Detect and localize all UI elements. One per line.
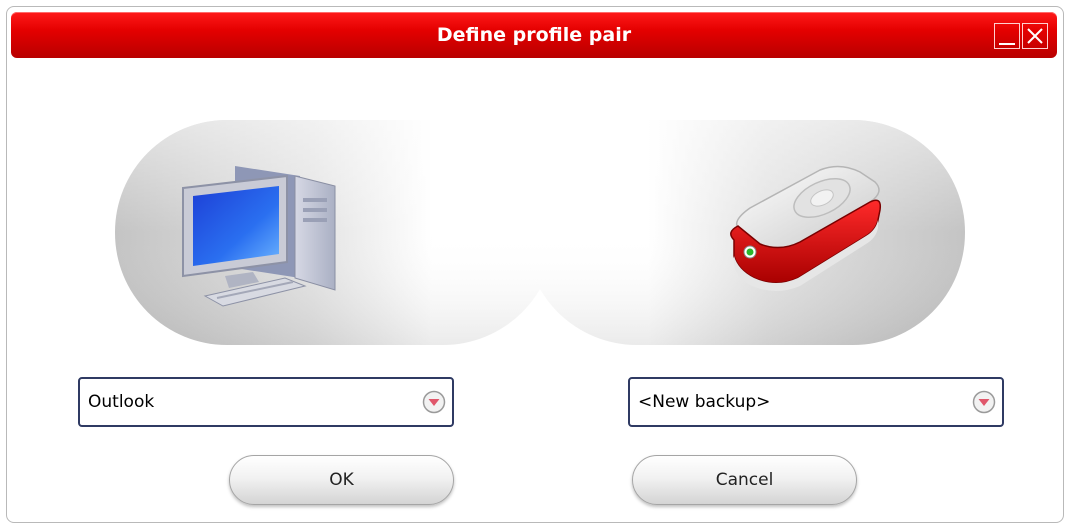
ok-button[interactable]: OK <box>229 455 454 505</box>
destination-profile-panel <box>525 120 965 345</box>
destination-profile-value: <New backup> <box>638 392 771 412</box>
destination-profile-dropdown[interactable]: <New backup> <box>628 377 1004 427</box>
minimize-button[interactable] <box>994 23 1020 49</box>
source-profile-value: Outlook <box>88 392 155 412</box>
source-profile-dropdown[interactable]: Outlook <box>78 377 454 427</box>
chevron-down-icon[interactable] <box>422 390 446 414</box>
cancel-button[interactable]: Cancel <box>632 455 857 505</box>
desktop-computer-icon <box>182 166 336 307</box>
chevron-down-icon[interactable] <box>972 390 996 414</box>
close-button[interactable] <box>1022 23 1048 49</box>
dialog-title: Define profile pair <box>436 24 632 46</box>
source-profile-panel <box>115 120 555 345</box>
title-bar[interactable]: Define profile pair <box>11 12 1057 58</box>
external-hard-drive-icon <box>730 165 882 291</box>
close-icon <box>1027 28 1043 44</box>
